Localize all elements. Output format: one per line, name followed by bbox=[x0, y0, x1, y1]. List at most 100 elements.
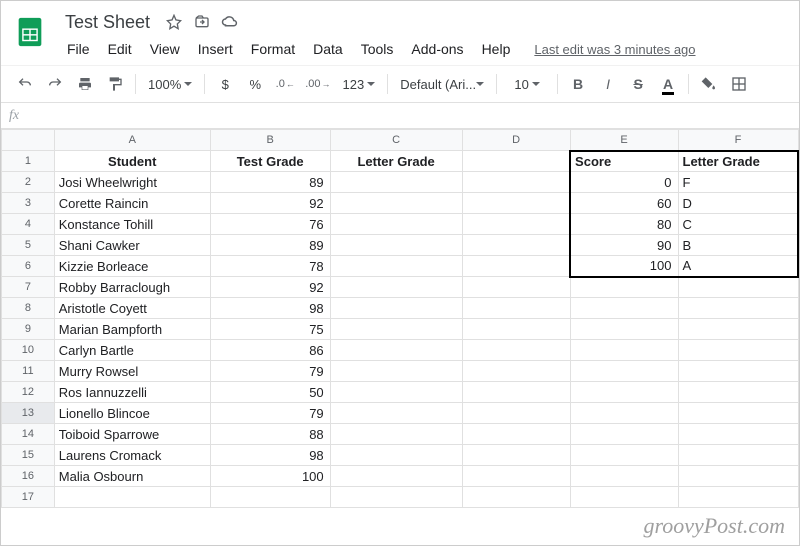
cell-B9[interactable]: 75 bbox=[210, 319, 330, 340]
cell-F2[interactable]: F bbox=[678, 172, 798, 193]
menu-view[interactable]: View bbox=[142, 37, 188, 61]
cell-E5[interactable]: 90 bbox=[570, 235, 678, 256]
cell-A15[interactable]: Laurens Cromack bbox=[54, 445, 210, 466]
zoom-select[interactable]: 100% bbox=[142, 70, 198, 98]
menu-format[interactable]: Format bbox=[243, 37, 303, 61]
format-percent-button[interactable]: % bbox=[241, 70, 269, 98]
cell-E15[interactable] bbox=[570, 445, 678, 466]
cell-B14[interactable]: 88 bbox=[210, 424, 330, 445]
cell-D15[interactable] bbox=[462, 445, 570, 466]
cell-A17[interactable] bbox=[54, 487, 210, 508]
cell-C13[interactable] bbox=[330, 403, 462, 424]
menu-addons[interactable]: Add-ons bbox=[403, 37, 471, 61]
cell-A2[interactable]: Josi Wheelwright bbox=[54, 172, 210, 193]
cell-F17[interactable] bbox=[678, 487, 798, 508]
cell-E16[interactable] bbox=[570, 466, 678, 487]
decrease-decimal-button[interactable]: .0← bbox=[271, 70, 299, 98]
cell-E6[interactable]: 100 bbox=[570, 256, 678, 277]
row-header-7[interactable]: 7 bbox=[2, 277, 55, 298]
cell-A7[interactable]: Robby Barraclough bbox=[54, 277, 210, 298]
cell-D3[interactable] bbox=[462, 193, 570, 214]
bold-button[interactable]: B bbox=[564, 70, 592, 98]
cell-E3[interactable]: 60 bbox=[570, 193, 678, 214]
cell-F7[interactable] bbox=[678, 277, 798, 298]
cell-D5[interactable] bbox=[462, 235, 570, 256]
cell-B12[interactable]: 50 bbox=[210, 382, 330, 403]
paint-format-button[interactable] bbox=[101, 70, 129, 98]
menu-edit[interactable]: Edit bbox=[100, 37, 140, 61]
row-header-1[interactable]: 1 bbox=[2, 151, 55, 172]
cell-E7[interactable] bbox=[570, 277, 678, 298]
cell-C5[interactable] bbox=[330, 235, 462, 256]
redo-button[interactable] bbox=[41, 70, 69, 98]
cell-B11[interactable]: 79 bbox=[210, 361, 330, 382]
col-header-D[interactable]: D bbox=[462, 130, 570, 151]
cell-E10[interactable] bbox=[570, 340, 678, 361]
cell-A9[interactable]: Marian Bampforth bbox=[54, 319, 210, 340]
text-color-button[interactable]: A bbox=[654, 70, 682, 98]
cell-F12[interactable] bbox=[678, 382, 798, 403]
cell-E4[interactable]: 80 bbox=[570, 214, 678, 235]
cell-A3[interactable]: Corette Raincin bbox=[54, 193, 210, 214]
cell-B2[interactable]: 89 bbox=[210, 172, 330, 193]
cell-E1[interactable]: Score bbox=[570, 151, 678, 172]
cell-B16[interactable]: 100 bbox=[210, 466, 330, 487]
row-header-15[interactable]: 15 bbox=[2, 445, 55, 466]
cell-F5[interactable]: B bbox=[678, 235, 798, 256]
cell-A14[interactable]: Toiboid Sparrowe bbox=[54, 424, 210, 445]
cell-D14[interactable] bbox=[462, 424, 570, 445]
row-header-3[interactable]: 3 bbox=[2, 193, 55, 214]
row-header-17[interactable]: 17 bbox=[2, 487, 55, 508]
cell-B4[interactable]: 76 bbox=[210, 214, 330, 235]
cell-B17[interactable] bbox=[210, 487, 330, 508]
cell-A11[interactable]: Murry Rowsel bbox=[54, 361, 210, 382]
cell-C7[interactable] bbox=[330, 277, 462, 298]
cell-D4[interactable] bbox=[462, 214, 570, 235]
star-icon[interactable] bbox=[164, 12, 184, 32]
cell-C8[interactable] bbox=[330, 298, 462, 319]
cell-D2[interactable] bbox=[462, 172, 570, 193]
cell-A4[interactable]: Konstance Tohill bbox=[54, 214, 210, 235]
cell-F14[interactable] bbox=[678, 424, 798, 445]
cell-B8[interactable]: 98 bbox=[210, 298, 330, 319]
cell-F6[interactable]: A bbox=[678, 256, 798, 277]
cell-F13[interactable] bbox=[678, 403, 798, 424]
cell-F16[interactable] bbox=[678, 466, 798, 487]
undo-button[interactable] bbox=[11, 70, 39, 98]
row-header-11[interactable]: 11 bbox=[2, 361, 55, 382]
cell-C1[interactable]: Letter Grade bbox=[330, 151, 462, 172]
italic-button[interactable]: I bbox=[594, 70, 622, 98]
cell-B6[interactable]: 78 bbox=[210, 256, 330, 277]
row-header-12[interactable]: 12 bbox=[2, 382, 55, 403]
format-currency-button[interactable]: $ bbox=[211, 70, 239, 98]
cell-C9[interactable] bbox=[330, 319, 462, 340]
cell-A8[interactable]: Aristotle Coyett bbox=[54, 298, 210, 319]
cell-B10[interactable]: 86 bbox=[210, 340, 330, 361]
cell-B7[interactable]: 92 bbox=[210, 277, 330, 298]
cell-E8[interactable] bbox=[570, 298, 678, 319]
row-header-9[interactable]: 9 bbox=[2, 319, 55, 340]
cell-A13[interactable]: Lionello Blincoe bbox=[54, 403, 210, 424]
cell-C11[interactable] bbox=[330, 361, 462, 382]
strikethrough-button[interactable]: S bbox=[624, 70, 652, 98]
menu-help[interactable]: Help bbox=[474, 37, 519, 61]
font-select[interactable]: Default (Ari... bbox=[394, 70, 490, 98]
row-header-14[interactable]: 14 bbox=[2, 424, 55, 445]
cell-F4[interactable]: C bbox=[678, 214, 798, 235]
cell-F1[interactable]: Letter Grade bbox=[678, 151, 798, 172]
menu-tools[interactable]: Tools bbox=[353, 37, 402, 61]
fill-color-button[interactable] bbox=[695, 70, 723, 98]
row-header-13[interactable]: 13 bbox=[2, 403, 55, 424]
cell-B5[interactable]: 89 bbox=[210, 235, 330, 256]
borders-button[interactable] bbox=[725, 70, 753, 98]
col-header-F[interactable]: F bbox=[678, 130, 798, 151]
cell-A5[interactable]: Shani Cawker bbox=[54, 235, 210, 256]
cell-C16[interactable] bbox=[330, 466, 462, 487]
cell-D8[interactable] bbox=[462, 298, 570, 319]
cell-C4[interactable] bbox=[330, 214, 462, 235]
cell-F11[interactable] bbox=[678, 361, 798, 382]
cell-C6[interactable] bbox=[330, 256, 462, 277]
row-header-2[interactable]: 2 bbox=[2, 172, 55, 193]
col-header-A[interactable]: A bbox=[54, 130, 210, 151]
cell-D11[interactable] bbox=[462, 361, 570, 382]
